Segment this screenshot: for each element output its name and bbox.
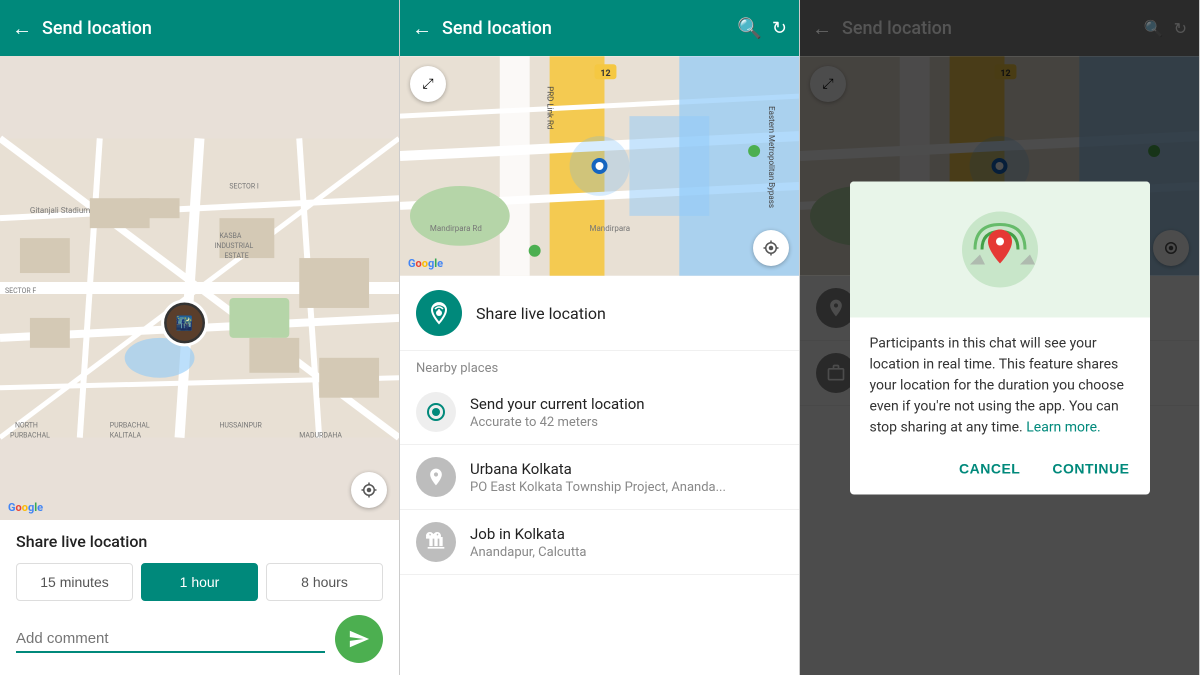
svg-text:HUSSAINPUR: HUSSAINPUR — [219, 422, 262, 430]
svg-text:ESTATE: ESTATE — [224, 252, 248, 260]
svg-text:12: 12 — [600, 69, 610, 79]
refresh-icon-2[interactable]: ↻ — [772, 18, 787, 39]
google-logo-2: Google — [408, 257, 443, 270]
dialog-actions: CANCEL CONTINUE — [850, 446, 1150, 494]
svg-text:SECTOR I: SECTOR I — [229, 182, 258, 190]
map-svg-2: PRD Link Rd Eastern Metropolitan Bypass … — [400, 56, 799, 276]
job-name: Job in Kolkata — [470, 525, 586, 543]
time-btn-15min[interactable]: 15 minutes — [16, 563, 133, 601]
svg-text:KALITALA: KALITALA — [110, 432, 142, 440]
urbana-kolkata-row[interactable]: Urbana Kolkata PO East Kolkata Township … — [400, 445, 799, 510]
live-location-svg — [960, 209, 1040, 289]
svg-text:KASBA: KASBA — [219, 232, 241, 240]
cancel-button[interactable]: CANCEL — [951, 454, 1028, 482]
svg-text:PRD Link Rd: PRD Link Rd — [546, 86, 555, 129]
share-live-label: Share live location — [476, 304, 606, 323]
svg-text:SECTOR F: SECTOR F — [5, 287, 36, 295]
panel-3: ← Send location 🔍 ↻ 12 ⤢ — [800, 0, 1200, 675]
header-2: ← Send location 🔍 ↻ — [400, 0, 799, 56]
google-logo-1: Google — [8, 501, 43, 514]
learn-more-link[interactable]: Learn more. — [1026, 419, 1101, 435]
urbana-addr: PO East Kolkata Township Project, Ananda… — [470, 480, 726, 495]
svg-text:NORTH: NORTH — [15, 422, 38, 430]
urbana-info: Urbana Kolkata PO East Kolkata Township … — [470, 460, 726, 495]
job-kolkata-row[interactable]: Job in Kolkata Anandapur, Calcutta — [400, 510, 799, 575]
locate-button-2[interactable] — [753, 230, 789, 266]
job-icon — [416, 522, 456, 562]
current-location-icon — [416, 392, 456, 432]
urbana-name: Urbana Kolkata — [470, 460, 726, 478]
job-info: Job in Kolkata Anandapur, Calcutta — [470, 525, 586, 560]
current-location-name: Send your current location — [470, 395, 645, 413]
comment-row — [16, 615, 383, 663]
svg-text:Gitanjali Stadium: Gitanjali Stadium — [30, 206, 90, 215]
search-icon-2[interactable]: 🔍 — [737, 16, 762, 40]
time-btn-1hour[interactable]: 1 hour — [141, 563, 258, 601]
current-location-addr: Accurate to 42 meters — [470, 415, 645, 430]
share-live-icon — [416, 290, 462, 336]
svg-text:PURBACHAL: PURBACHAL — [110, 422, 150, 430]
bottom-sheet-1: Share live location 15 minutes 1 hour 8 … — [0, 520, 399, 675]
svg-text:Mandirpara Rd: Mandirpara Rd — [430, 224, 482, 233]
svg-text:Eastern Metropolitan Bypass: Eastern Metropolitan Bypass — [767, 106, 776, 208]
svg-text:Mandirpara: Mandirpara — [590, 224, 631, 233]
dialog-illustration — [850, 181, 1150, 317]
dialog-text: Participants in this chat will see your … — [870, 333, 1130, 438]
header-1: ← Send location — [0, 0, 399, 56]
back-button-1[interactable]: ← — [12, 16, 32, 41]
share-live-row[interactable]: Share live location — [400, 276, 799, 351]
urbana-icon — [416, 457, 456, 497]
svg-text:PURBACHAL: PURBACHAL — [10, 432, 50, 440]
share-live-title: Share live location — [16, 532, 383, 551]
time-buttons: 15 minutes 1 hour 8 hours — [16, 563, 383, 601]
send-button[interactable] — [335, 615, 383, 663]
back-button-2[interactable]: ← — [412, 16, 432, 41]
dialog-body: Participants in this chat will see your … — [850, 317, 1150, 446]
map-area-2: PRD Link Rd Eastern Metropolitan Bypass … — [400, 56, 799, 276]
current-location-row[interactable]: Send your current location Accurate to 4… — [400, 380, 799, 445]
locate-button-1[interactable] — [351, 472, 387, 508]
map-area-1: Gitanjali Stadium SECTOR I KASBA INDUSTR… — [0, 56, 399, 520]
header-title-1: Send location — [42, 18, 387, 39]
map-svg-1: Gitanjali Stadium SECTOR I KASBA INDUSTR… — [0, 56, 399, 520]
svg-text:INDUSTRIAL: INDUSTRIAL — [214, 242, 253, 250]
current-location-info: Send your current location Accurate to 4… — [470, 395, 645, 430]
svg-text:🌃: 🌃 — [176, 315, 193, 332]
svg-text:MADURDAHA: MADURDAHA — [299, 432, 342, 440]
expand-button-2[interactable]: ⤢ — [410, 66, 446, 102]
time-btn-8hours[interactable]: 8 hours — [266, 563, 383, 601]
panel-1: ← Send location — [0, 0, 400, 675]
continue-button[interactable]: CONTINUE — [1044, 454, 1137, 482]
live-location-dialog: Participants in this chat will see your … — [850, 181, 1150, 494]
list-area-2: Share live location Nearby places Send y… — [400, 276, 799, 575]
comment-input[interactable] — [16, 626, 325, 653]
header-title-2: Send location — [442, 18, 727, 39]
panel-2: ← Send location 🔍 ↻ PRD Link Rd Eastern … — [400, 0, 800, 675]
job-addr: Anandapur, Calcutta — [470, 545, 586, 560]
nearby-section-label: Nearby places — [400, 351, 799, 380]
